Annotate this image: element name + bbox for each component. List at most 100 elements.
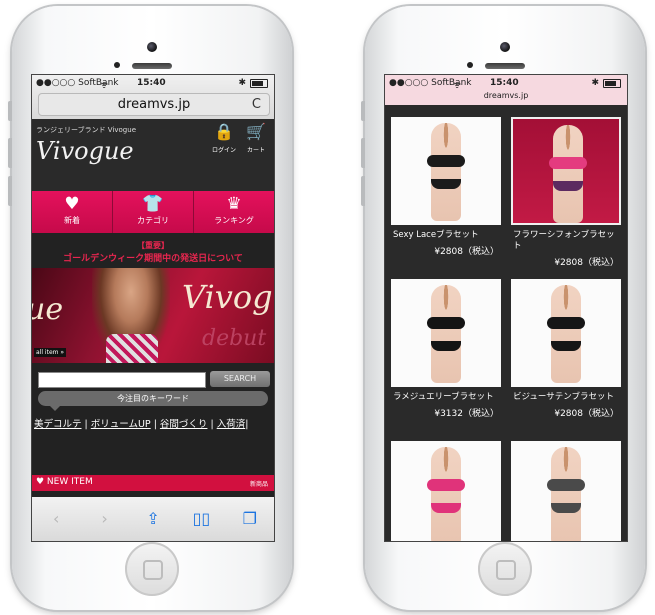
mute-switch [8, 101, 12, 121]
site-header: ランジェリーブランド Vivogue Vivogue 🔒 ログイン 🛒 カート [32, 119, 274, 191]
product-card[interactable]: Sexy Laceブラセット ¥2808（税込） [391, 117, 501, 257]
product-price: ¥3132（税込） [434, 409, 499, 419]
home-square-icon [143, 560, 163, 580]
tshirt-icon: 👕 [142, 194, 164, 214]
notice-tag: 【重要】 [137, 241, 169, 250]
login-label: ログイン [211, 147, 236, 154]
product-card[interactable]: ラメジュエリーブラセット ¥3132（税込） [391, 279, 501, 419]
heart-icon: ♥ [64, 194, 80, 214]
model-figure [553, 125, 583, 223]
battery-icon [250, 79, 268, 88]
model-figure [431, 123, 461, 221]
keyword-link[interactable]: ボリュームUP [91, 419, 151, 430]
product-card[interactable]: ビジューサテンブラセット ¥2808（税込） [511, 279, 621, 419]
forward-icon[interactable]: › [80, 497, 128, 541]
all-item-link[interactable]: all item » [34, 348, 67, 357]
bra-swatch [427, 317, 465, 329]
nav-category[interactable]: 👕 カテゴリ [113, 191, 194, 233]
earpiece-speaker [485, 63, 525, 69]
product-name: ビジューサテンブラセット [513, 392, 614, 402]
login-button[interactable]: 🔒 ログイン [208, 123, 240, 155]
new-item-title: ♥ NEW ITEM [36, 477, 93, 487]
search-button[interactable]: SEARCH [210, 371, 270, 387]
share-icon[interactable]: ⇪ [129, 497, 177, 541]
search-input[interactable] [38, 372, 206, 388]
product-price: ¥2808（税込） [554, 258, 619, 268]
product-name: フラワーシフォンブラセット [513, 230, 615, 251]
bra-swatch [547, 479, 585, 491]
address-bar[interactable]: dreamvs.jp C [38, 93, 270, 116]
bra-swatch [549, 157, 587, 169]
bluetooth-icon: ✱ [591, 78, 599, 88]
bookmarks-icon[interactable]: ▯▯ [177, 497, 225, 541]
mute-switch [361, 101, 365, 121]
home-button[interactable] [478, 542, 532, 596]
nav-new-label: 新着 [64, 216, 80, 225]
cart-button[interactable]: 🛒 カート [240, 122, 272, 155]
product-price: ¥2808（税込） [554, 409, 619, 419]
product-card[interactable] [391, 441, 501, 541]
product-card[interactable] [511, 441, 621, 541]
new-item-sub: 新商品 [249, 481, 268, 488]
panty-swatch [551, 503, 581, 513]
cart-label: カート [246, 147, 265, 154]
product-image[interactable] [391, 117, 501, 225]
left-phone-frame: ●●○○○ SoftBank ᯤ 15:40 ✱ dreamvs.jp C ラン… [8, 6, 292, 610]
model-figure [431, 285, 461, 383]
banner-lingerie-image [106, 334, 158, 363]
keyword-link[interactable]: 入荷済 [217, 419, 246, 430]
url-text: dreamvs.jp [117, 97, 191, 112]
bra-swatch [427, 479, 465, 491]
panty-swatch [551, 341, 581, 351]
volume-up-button [361, 138, 365, 168]
site-logo[interactable]: Vivogue [36, 137, 134, 165]
panty-swatch [553, 181, 583, 191]
crown-icon: ♛ [226, 194, 242, 214]
bra-swatch [427, 155, 465, 167]
product-grid: Sexy Laceブラセット ¥2808（税込） フラワーシフォンブラセット ¥… [385, 105, 627, 541]
product-image[interactable] [391, 441, 501, 541]
keyword-link[interactable]: 谷間づくり [160, 419, 208, 430]
tabs-icon[interactable]: ❐ [226, 497, 274, 541]
right-screen: ●●○○○ SoftBank ᯤ 15:40 ✱ dreamvs.jp Sexy… [384, 74, 628, 542]
left-screen: ●●○○○ SoftBank ᯤ 15:40 ✱ dreamvs.jp C ラン… [31, 74, 275, 542]
nav-ranking-label: ランキング [214, 216, 254, 225]
right-phone-frame: ●●○○○ SoftBank ᯤ 15:40 ✱ dreamvs.jp Sexy… [361, 6, 645, 610]
status-bar: ●●○○○ SoftBank ᯤ 15:40 ✱ [385, 75, 627, 91]
bluetooth-icon: ✱ [238, 78, 246, 88]
reload-icon[interactable]: C [252, 94, 261, 115]
proximity-sensor [467, 62, 473, 68]
earpiece-speaker [132, 63, 172, 69]
browser-header: ●●○○○ SoftBank ᯤ 15:40 ✱ dreamvs.jp C [32, 75, 274, 119]
keyword-link[interactable]: 美デコルテ [34, 419, 82, 430]
product-image[interactable] [511, 441, 621, 541]
model-figure [431, 447, 461, 541]
new-item-header[interactable]: ♥ NEW ITEM 新商品 [32, 475, 274, 491]
back-icon[interactable]: ‹ [32, 497, 80, 541]
banner-text-left: ue [32, 292, 64, 327]
nav-new[interactable]: ♥ 新着 [32, 191, 113, 233]
product-card[interactable]: フラワーシフォンブラセット ¥2808（税込） [511, 117, 621, 268]
product-image[interactable] [391, 279, 501, 387]
home-square-icon [496, 560, 516, 580]
cart-icon: 🛒 [246, 122, 266, 141]
volume-down-button [361, 176, 365, 206]
keyword-header: 今注目のキーワード [38, 391, 268, 411]
search-row: SEARCH [32, 363, 274, 391]
battery-icon [603, 79, 621, 88]
clock: 15:40 [137, 78, 166, 88]
hero-banner[interactable]: ue Vivog debut all item » [32, 268, 274, 363]
product-image[interactable] [511, 279, 621, 387]
panty-swatch [431, 503, 461, 513]
product-image[interactable] [511, 117, 621, 225]
model-figure [551, 447, 581, 541]
banner-debut-text: debut [202, 326, 267, 351]
panty-swatch [431, 179, 461, 189]
important-notice[interactable]: 【重要】 ゴールデンウィーク期間中の発送日について [32, 233, 274, 268]
volume-down-button [8, 176, 12, 206]
proximity-sensor [114, 62, 120, 68]
home-button[interactable] [125, 542, 179, 596]
nav-ranking[interactable]: ♛ ランキング [194, 191, 274, 233]
url-text[interactable]: dreamvs.jp [385, 91, 627, 100]
wifi-icon: ᯤ [100, 81, 109, 91]
